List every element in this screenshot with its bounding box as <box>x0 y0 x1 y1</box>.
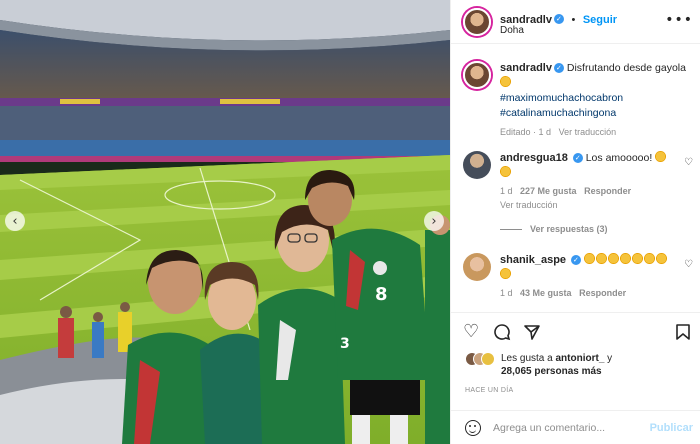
comment-text-block: shanik_aspe ✓ <box>500 253 680 283</box>
comment-meta: 1 d 43 Me gusta Responder <box>500 288 680 298</box>
likes-count[interactable]: 28,065 personas más <box>501 366 602 377</box>
share-icon[interactable] <box>523 323 541 345</box>
reply-button[interactable]: Responder <box>584 186 631 196</box>
emoji-icon[interactable] <box>465 420 481 436</box>
liker-avatar <box>481 352 495 366</box>
caption-text: Disfrutando desde gayola <box>566 62 686 74</box>
post-actions-bar: ♡ <box>451 312 700 352</box>
heart-eyes-emoji-icon <box>500 166 511 177</box>
bookmark-icon[interactable] <box>675 323 691 345</box>
comment-username[interactable]: shanik_aspe <box>500 254 566 266</box>
more-options-icon[interactable]: ••• <box>665 12 693 28</box>
comment-translate[interactable]: Ver traducción <box>500 200 680 210</box>
comment-username[interactable]: andresgua18 <box>500 152 568 164</box>
heart-eyes-emoji-icon <box>607 253 619 264</box>
edited-label: Editado <box>500 127 531 137</box>
liker-username[interactable]: antoniort_ <box>556 353 605 364</box>
comment-likes[interactable]: 227 Me gusta <box>520 186 577 196</box>
verified-icon: ✓ <box>553 13 564 24</box>
likes-summary: Les gusta a antoniort_ y 28,065 personas… <box>465 352 695 380</box>
post-header: sandradlv ✓ • Seguir Doha ••• <box>451 0 700 44</box>
crying-emoji-icon <box>643 253 655 264</box>
commenter-avatar[interactable] <box>463 253 491 281</box>
heart-eyes-emoji-icon <box>595 253 607 264</box>
comment-andresgua18: andresgua18 ✓ Los amooooo! 1 d 227 Me gu… <box>500 151 680 234</box>
caption-time: 1 d <box>538 127 552 137</box>
separator-dot: • <box>568 14 579 26</box>
likes-conjunction: y <box>607 353 613 364</box>
likes-text: Les gusta a antoniort_ y 28,065 personas… <box>501 352 691 378</box>
reply-button[interactable]: Responder <box>579 288 626 298</box>
publish-button[interactable]: Publicar <box>650 422 693 434</box>
comment-text-block: andresgua18 ✓ Los amooooo! <box>500 151 680 181</box>
comment-input[interactable] <box>493 419 643 437</box>
caption-text-block: sandradlv ✓ Disfrutando desde gayola #max… <box>500 61 690 121</box>
caption-username[interactable]: sandradlv <box>500 62 552 74</box>
heart-eyes-emoji-icon <box>583 253 595 264</box>
verified-icon: ✓ <box>570 255 581 266</box>
author-avatar[interactable] <box>463 8 491 36</box>
like-comment-heart-icon[interactable]: ♡ <box>684 259 693 270</box>
like-comment-heart-icon[interactable]: ♡ <box>684 157 693 168</box>
comment-text: Los amooooo! <box>585 152 653 164</box>
heart-icon[interactable]: ♡ <box>463 323 479 341</box>
view-replies-button[interactable]: Ver respuestas (3) <box>500 224 680 234</box>
caption: sandradlv ✓ Disfrutando desde gayola #max… <box>500 61 690 137</box>
svg-text:8: 8 <box>375 284 388 305</box>
caption-avatar[interactable] <box>463 61 491 89</box>
comment-time: 1 d <box>500 288 513 298</box>
stadium-photo-illustration: 8 3 <box>0 0 450 444</box>
comment-meta: 1 d 227 Me gusta Responder <box>500 186 680 196</box>
svg-text:3: 3 <box>340 336 350 352</box>
post-location[interactable]: Doha <box>500 25 524 36</box>
replies-divider <box>500 229 522 231</box>
caption-meta: Editado · 1 d Ver traducción <box>500 127 617 137</box>
heart-eyes-emoji-icon <box>619 253 631 264</box>
heart-eyes-emoji-icon <box>655 151 667 162</box>
view-replies-label: Ver respuestas (3) <box>530 224 608 234</box>
hashtag-link[interactable]: #catalinamuchachingona <box>500 107 616 119</box>
comment-shanik-aspe: shanik_aspe ✓ 1 d 43 Me gusta Responder <box>500 253 680 298</box>
comments-section: sandradlv ✓ Disfrutando desde gayola #max… <box>451 45 700 311</box>
crying-emoji-icon <box>655 253 667 264</box>
see-translation-link[interactable]: Ver traducción <box>559 127 617 137</box>
crying-emoji-icon <box>500 268 511 279</box>
next-photo-button[interactable]: › <box>424 211 444 231</box>
hashtag-link[interactable]: #maximomuchachocabron <box>500 92 623 104</box>
comment-icon[interactable] <box>493 323 511 345</box>
comment-likes[interactable]: 43 Me gusta <box>520 288 572 298</box>
previous-photo-button[interactable]: ‹ <box>5 211 25 231</box>
commenter-avatar[interactable] <box>463 151 491 179</box>
add-comment-bar: Publicar <box>451 410 700 444</box>
caption-avatar-wrap <box>463 61 491 89</box>
likes-prefix: Les gusta a <box>501 353 553 364</box>
instagram-post-modal: 8 3 ‹ › sandradlv ✓ • Seguir Doha ••• sa… <box>0 0 700 444</box>
verified-icon: ✓ <box>572 153 583 164</box>
comment-time: 1 d <box>500 186 513 196</box>
post-photo: 8 3 ‹ › <box>0 0 450 444</box>
post-timestamp[interactable]: HACE UN DÍA <box>465 387 513 394</box>
crying-emoji-icon <box>631 253 643 264</box>
verified-icon: ✓ <box>553 63 564 74</box>
crying-laughing-emoji-icon <box>500 76 511 87</box>
follow-button[interactable]: Seguir <box>583 14 617 26</box>
post-side-panel: sandradlv ✓ • Seguir Doha ••• sandradlv ✓ … <box>450 0 700 444</box>
